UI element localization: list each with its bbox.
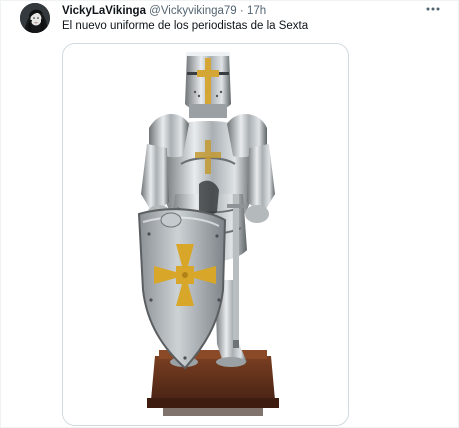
more-horizontal-icon — [426, 7, 440, 11]
author-name[interactable]: VickyLaVikinga — [62, 5, 146, 17]
knight-armor-image — [63, 44, 348, 425]
tweet-card[interactable]: VickyLaVikinga @Vickyvikinga79 · 17h El … — [0, 0, 459, 428]
author-avatar[interactable] — [20, 3, 50, 33]
avatar-image — [20, 3, 50, 33]
author-handle[interactable]: @Vickyvikinga79 — [149, 5, 237, 17]
separator-dot: · — [239, 5, 244, 17]
tweet-header: VickyLaVikinga @Vickyvikinga79 · 17h — [62, 3, 418, 19]
tweet-text: El nuevo uniforme de los periodistas de … — [62, 20, 309, 32]
more-options-button[interactable] — [424, 2, 442, 16]
tweet-timestamp[interactable]: 17h — [247, 5, 266, 17]
tweet-media[interactable] — [62, 43, 349, 426]
